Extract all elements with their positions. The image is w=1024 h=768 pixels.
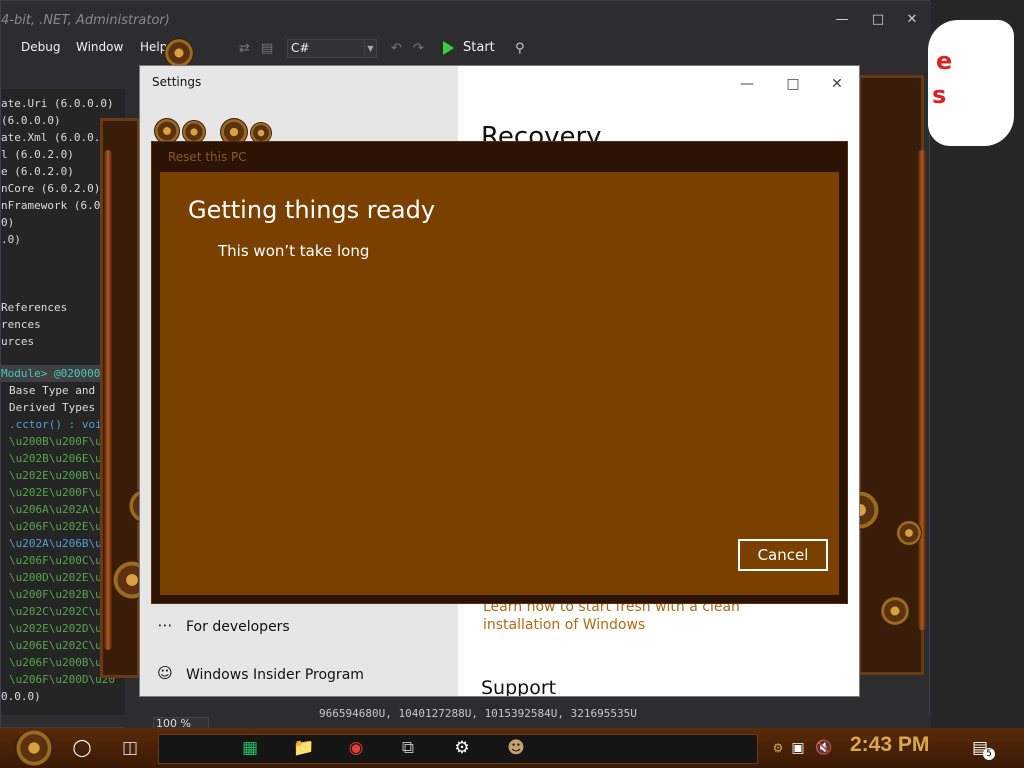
theme-frame-right: [858, 75, 924, 675]
start-label: Start: [463, 40, 495, 55]
tree-item[interactable]: rences: [1, 316, 41, 333]
toolbar-icon-a[interactable]: ⇄: [239, 41, 250, 56]
task-view-icon[interactable]: ⧉: [390, 733, 426, 763]
reset-heading: Getting things ready: [188, 196, 436, 224]
tree-item[interactable]: ate.Uri (6.0.0.0): [1, 95, 114, 112]
reset-dialog-body: Getting things ready This won’t take lon…: [160, 172, 839, 595]
code-hex-row: 966594680U, 1040127288U, 1015392584U, 32…: [319, 707, 637, 720]
vs-close-button[interactable]: ✕: [897, 9, 927, 31]
search-circle-icon[interactable]: ◯: [64, 733, 100, 763]
menu-debug[interactable]: Debug: [21, 40, 60, 54]
widget-text: e s: [932, 44, 952, 112]
chevron-down-icon: ▼: [364, 40, 376, 57]
tree-item[interactable]: ate.Xml (6.0.0.0): [1, 129, 114, 146]
start-button-icon[interactable]: [14, 730, 54, 766]
settings-title: Settings: [152, 75, 202, 89]
tree-item[interactable]: References: [1, 299, 67, 316]
tree-item[interactable]: nCore (6.0.2.0): [1, 180, 100, 197]
toolbar-icon-b[interactable]: ▤: [261, 41, 273, 56]
reset-dialog-caption: Reset this PC: [168, 150, 247, 164]
tree-item[interactable]: urces: [1, 333, 34, 350]
tree-item[interactable]: 0.0.0): [1, 688, 41, 705]
taskbar-clock[interactable]: 2:43 PM: [850, 733, 929, 757]
tree-item[interactable]: 0): [1, 214, 14, 231]
tree-item[interactable]: .0): [1, 231, 21, 248]
vs-title-bar: 4-bit, .NET, Administrator) — □ ✕: [1, 1, 931, 35]
chrome-icon[interactable]: ◉: [338, 733, 374, 763]
desktop-widget: e s: [928, 20, 1014, 146]
vs-maximize-button[interactable]: □: [863, 9, 893, 31]
developers-icon: ⋯: [157, 616, 173, 634]
theme-pipe: [918, 150, 926, 630]
greenshot-icon[interactable]: ▦: [232, 733, 268, 763]
vs-minimize-button[interactable]: —: [827, 9, 857, 31]
menu-window[interactable]: Window: [76, 40, 123, 54]
redo-icon[interactable]: ↷: [413, 41, 424, 56]
tree-header: [1, 69, 125, 89]
tree-item[interactable]: \u206F\u200C\u2: [9, 552, 108, 569]
settings-maximize-button[interactable]: □: [770, 72, 816, 96]
gear-icon: [880, 596, 910, 626]
settings-close-button[interactable]: ✕: [814, 72, 859, 96]
nav-label: Windows Insider Program: [186, 667, 364, 683]
tree-item[interactable]: (6.0.0.0): [1, 112, 61, 129]
search-icon[interactable]: ⚲: [515, 41, 525, 56]
nav-label: For developers: [186, 619, 290, 635]
tree-item[interactable]: Derived Types: [9, 399, 95, 416]
tree-item[interactable]: Module> @0200000: [1, 365, 107, 382]
task-view-button-icon[interactable]: ◫: [112, 733, 148, 763]
tree-item[interactable]: e (6.0.2.0): [1, 163, 74, 180]
tree-item[interactable]: l (6.0.2.0): [1, 146, 74, 163]
settings-minimize-button[interactable]: —: [724, 72, 770, 96]
file-explorer-icon[interactable]: 📁: [286, 733, 322, 763]
undo-icon[interactable]: ↶: [391, 41, 402, 56]
language-select[interactable]: C# ▼: [287, 39, 377, 58]
gear-icon: [164, 38, 194, 68]
widget-line: s: [932, 81, 947, 109]
notification-count-badge: 5: [983, 748, 995, 760]
support-heading: Support: [481, 677, 557, 697]
widget-line: e: [936, 47, 953, 75]
volume-muted-icon[interactable]: 🔇: [806, 733, 842, 763]
theme-pipe: [104, 150, 112, 650]
language-select-value: C#: [291, 41, 310, 55]
play-icon: [443, 41, 454, 55]
vs-title-text: 4-bit, .NET, Administrator): [1, 13, 170, 28]
insider-icon: ☺: [157, 664, 173, 682]
reset-subtext: This won’t take long: [218, 242, 370, 260]
reset-pc-dialog: Reset this PC Getting things ready This …: [151, 141, 848, 604]
desktop: 4-bit, .NET, Administrator) — □ ✕ Debug …: [0, 0, 1024, 768]
photo-icon[interactable]: ☻: [498, 733, 534, 763]
start-debug-button[interactable]: Start: [443, 39, 499, 59]
gear-icon: [896, 520, 922, 546]
settings-icon[interactable]: ⚙: [444, 733, 480, 763]
cancel-button[interactable]: Cancel: [738, 539, 828, 571]
